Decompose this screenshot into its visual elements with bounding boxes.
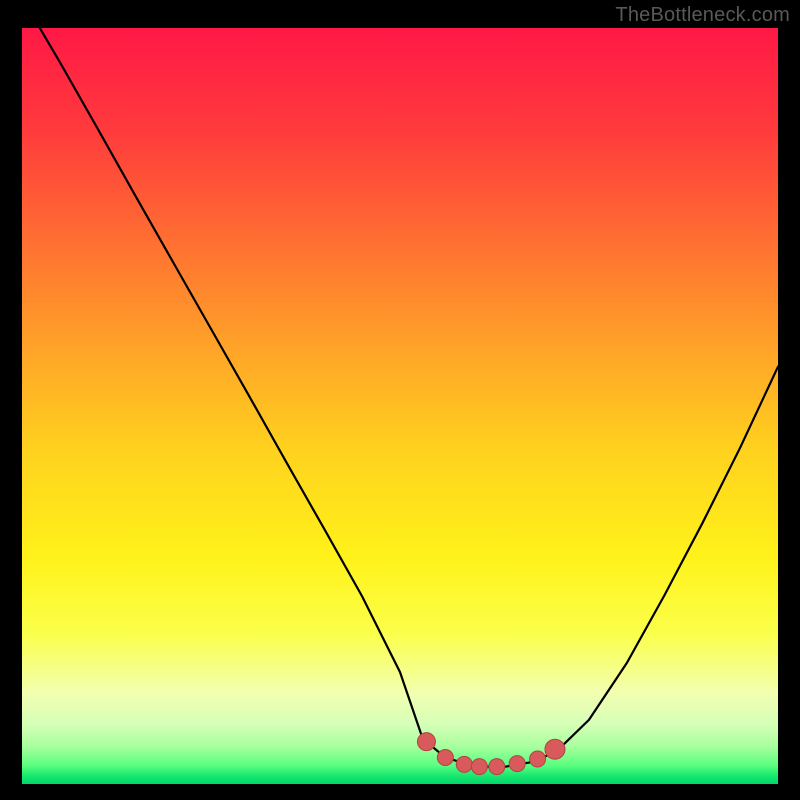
curve-svg bbox=[22, 28, 778, 784]
chart-stage: TheBottleneck.com bbox=[0, 0, 800, 800]
valley-marker bbox=[471, 759, 487, 775]
valley-marker bbox=[545, 739, 565, 759]
plot-area bbox=[22, 28, 778, 784]
right-curve bbox=[559, 367, 778, 750]
valley-markers-group bbox=[417, 733, 565, 775]
watermark-text: TheBottleneck.com bbox=[615, 4, 790, 27]
left-curve bbox=[22, 28, 423, 739]
valley-marker bbox=[509, 756, 525, 772]
valley-marker bbox=[456, 756, 472, 772]
valley-marker bbox=[417, 733, 435, 751]
valley-marker bbox=[530, 751, 546, 767]
valley-marker bbox=[437, 750, 453, 766]
valley-marker bbox=[489, 759, 505, 775]
